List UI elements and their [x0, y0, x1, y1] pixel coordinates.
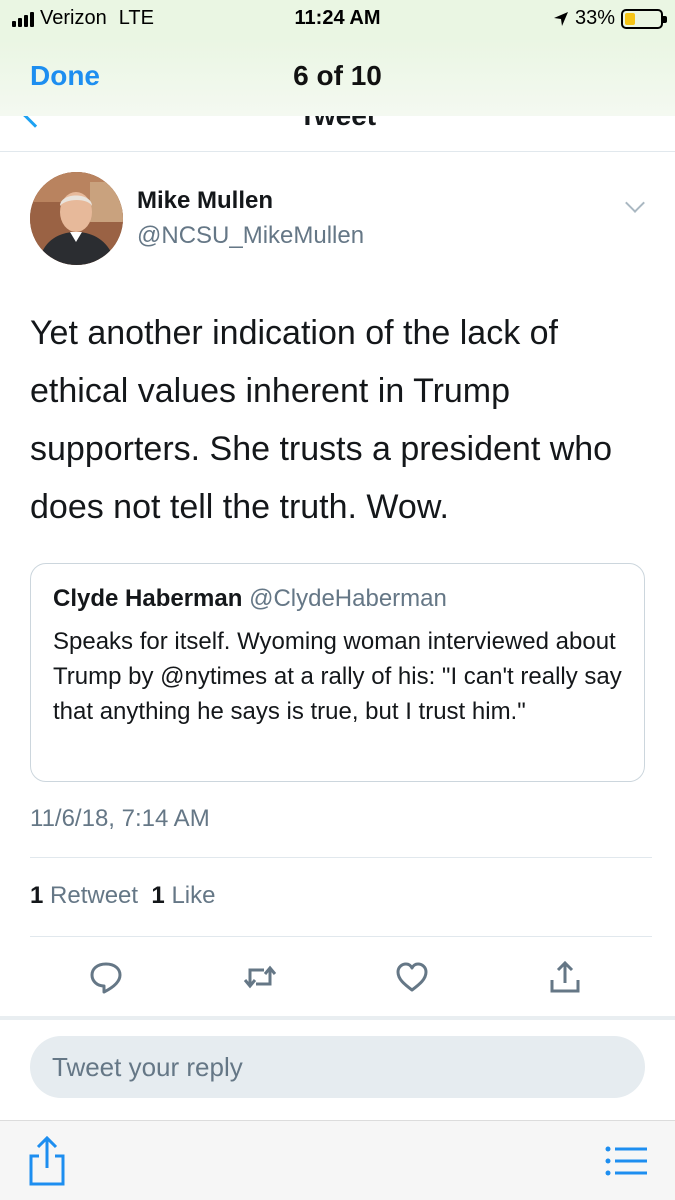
divider	[30, 936, 652, 937]
location-arrow-icon	[553, 11, 568, 26]
avatar[interactable]	[30, 172, 123, 265]
quoted-author-handle: @ClydeHaberman	[249, 585, 447, 612]
like-button[interactable]	[390, 955, 434, 999]
battery-percent: 33%	[574, 7, 615, 29]
like-icon	[396, 962, 428, 992]
retweet-icon	[243, 965, 277, 989]
battery-icon	[621, 8, 667, 29]
status-bar: Verizon LTE 11:24 AM 33%	[0, 0, 675, 38]
retweet-label: Retweet	[50, 882, 139, 909]
separator-band	[0, 1016, 675, 1020]
reply-button[interactable]	[84, 955, 128, 999]
divider	[30, 857, 652, 858]
avatar-image	[30, 172, 123, 265]
quoted-author-name: Clyde Haberman	[53, 585, 243, 612]
bottom-toolbar	[0, 1120, 675, 1200]
page-counter: 6 of 10	[293, 60, 382, 91]
likes-stat[interactable]: 1 Like	[151, 882, 215, 909]
share-icon	[29, 1135, 65, 1186]
share-tweet-button[interactable]	[543, 955, 587, 999]
engagement-stats: 1 Retweet 1 Like	[30, 882, 215, 910]
retweet-count: 1	[30, 882, 44, 909]
like-label: Like	[171, 882, 216, 909]
list-button[interactable]	[604, 1143, 648, 1179]
status-right: 33%	[553, 7, 667, 30]
nav-title: Tweet	[0, 116, 675, 132]
tweet-timestamp: 11/6/18, 7:14 AM	[30, 805, 210, 832]
quoted-tweet-card[interactable]: Clyde Haberman @ClydeHaberman Speaks for…	[30, 563, 645, 782]
twitter-nav-bar: Tweet	[0, 116, 675, 152]
author-handle[interactable]: @NCSU_MikeMullen	[137, 222, 364, 250]
retweet-button[interactable]	[238, 955, 282, 999]
like-count: 1	[151, 882, 165, 909]
viewer-header: Done 6 of 10	[0, 38, 675, 116]
author-name[interactable]: Mike Mullen	[137, 187, 273, 215]
reply-icon	[90, 962, 122, 994]
list-icon	[605, 1146, 647, 1176]
retweets-stat[interactable]: 1 Retweet	[30, 882, 138, 909]
chevron-down-icon[interactable]	[625, 193, 645, 213]
quoted-tweet-header: Clyde Haberman @ClydeHaberman	[53, 585, 447, 613]
reply-input[interactable]	[30, 1036, 645, 1098]
tweet-text: Yet another indication of the lack of et…	[30, 314, 613, 526]
quoted-tweet-text: Speaks for itself. Wyoming woman intervi…	[53, 628, 622, 725]
share-button[interactable]	[25, 1134, 69, 1188]
share-icon	[550, 960, 580, 993]
